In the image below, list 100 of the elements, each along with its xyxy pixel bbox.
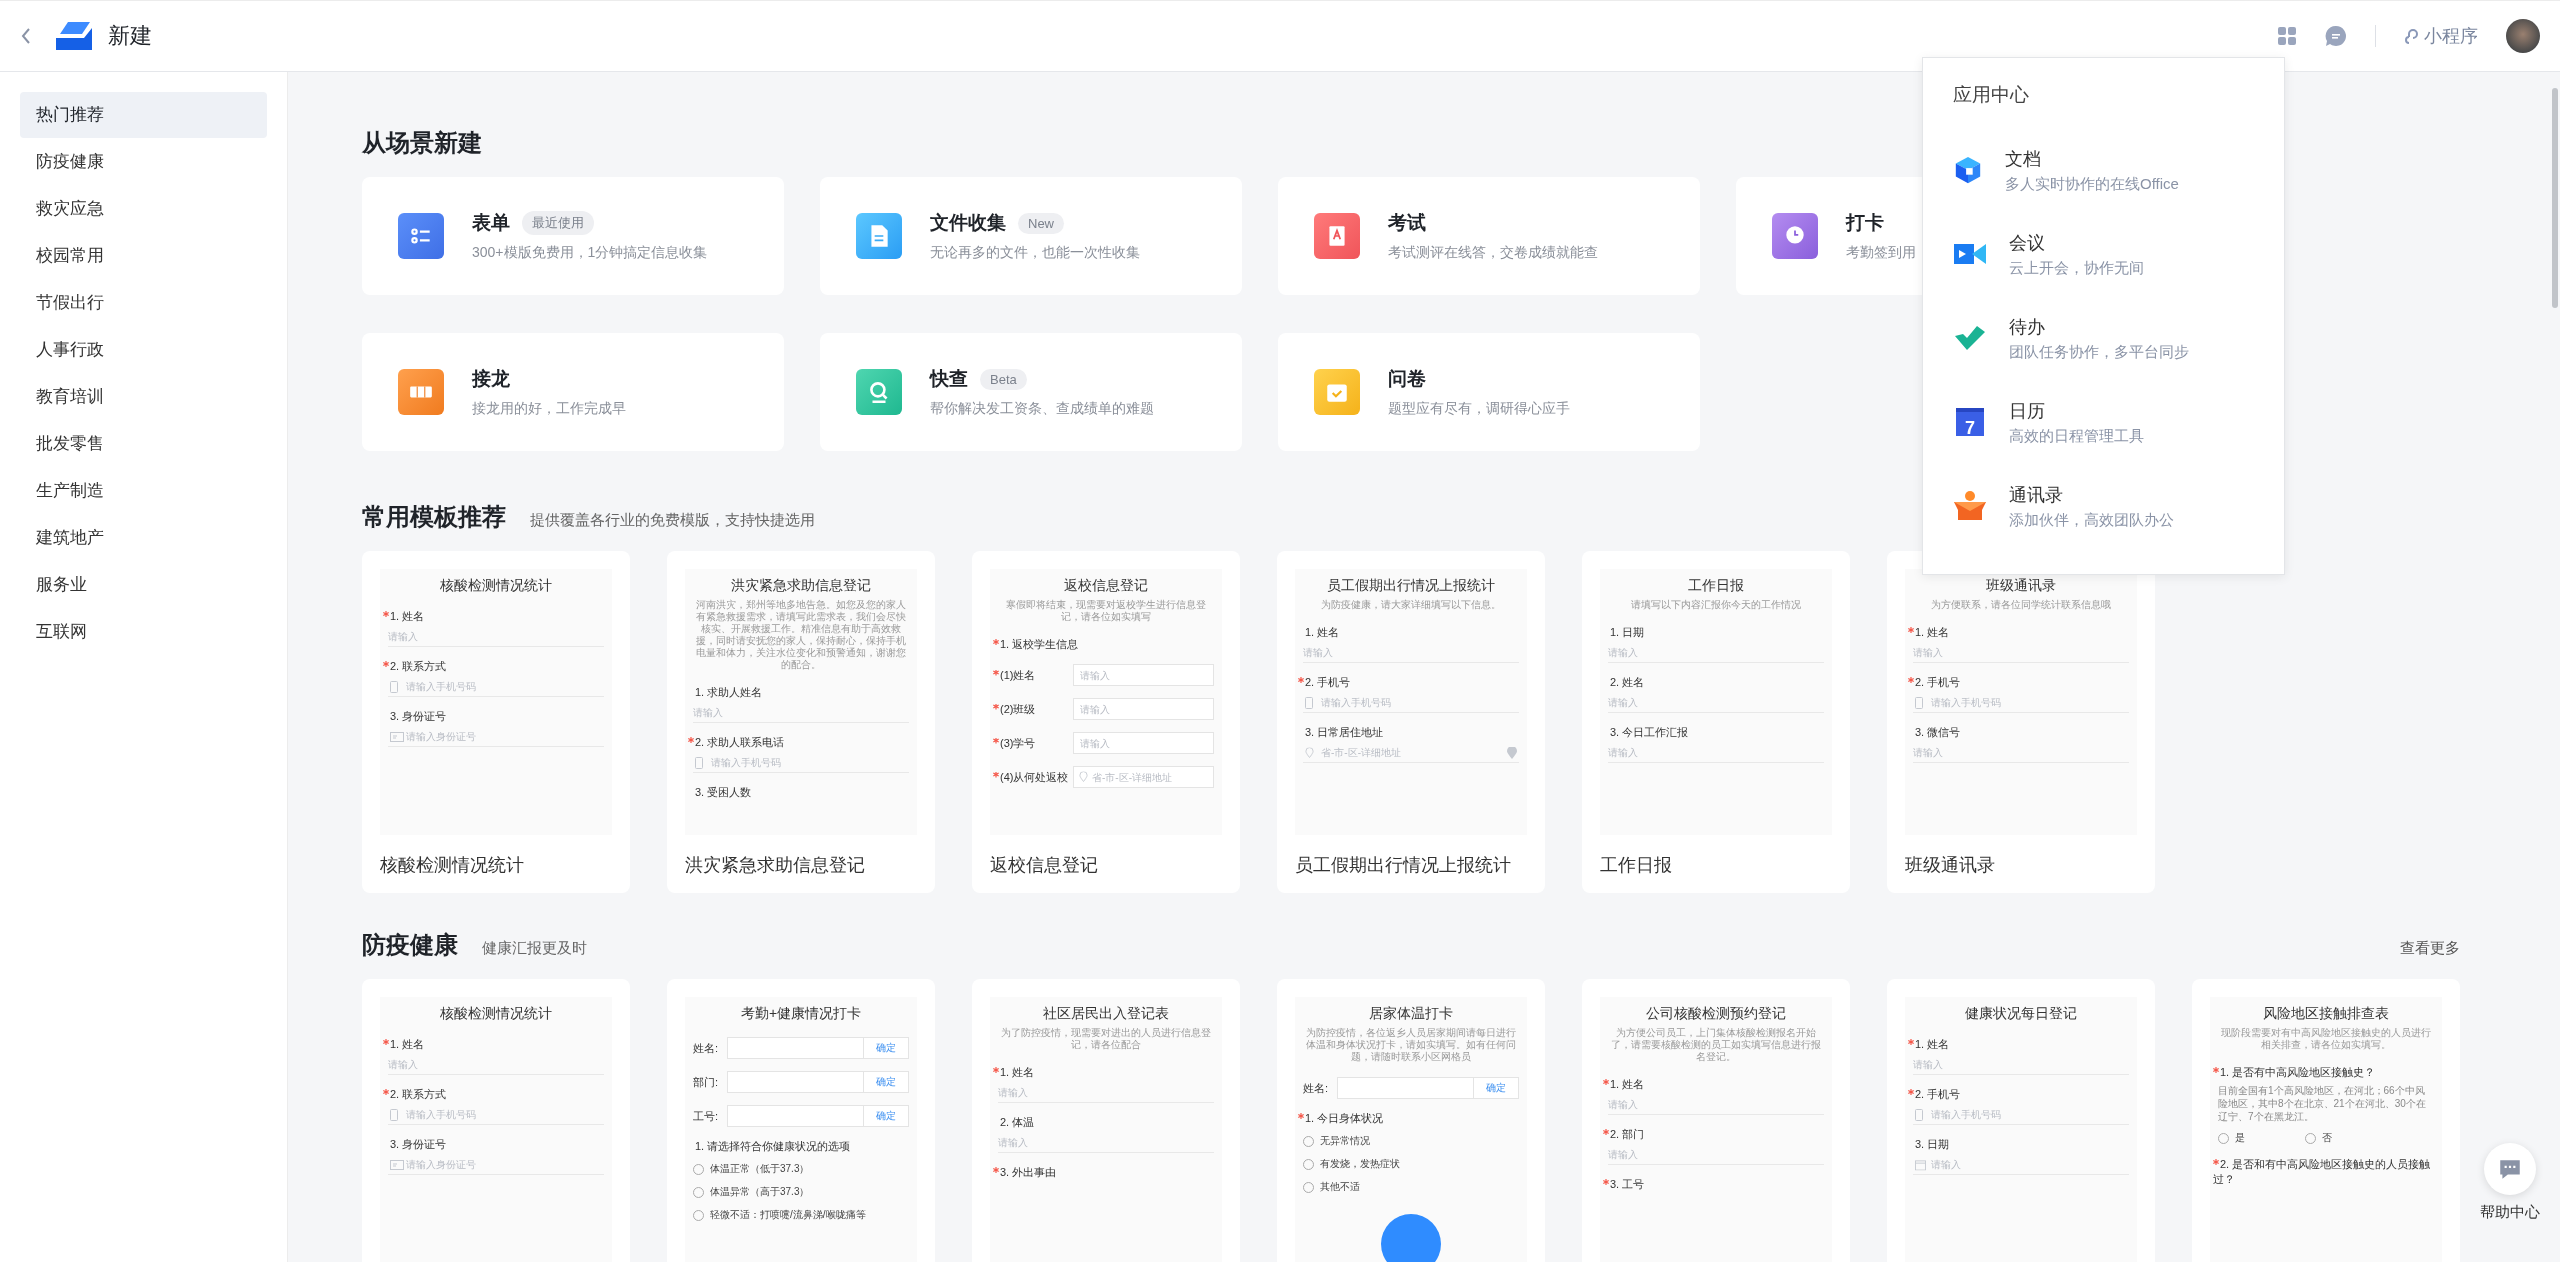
confirm-button: 确定: [864, 1071, 909, 1093]
option-label: 无异常情况: [1320, 1134, 1370, 1148]
phone-icon: [1915, 696, 1923, 709]
chat-icon[interactable]: [2325, 25, 2347, 47]
question-label: 3. 身份证号: [389, 1137, 447, 1152]
preview-title: 返校信息登记: [1063, 577, 1149, 595]
app-item[interactable]: 待办 团队任务协作，多平台同步: [1953, 296, 2254, 380]
app-name: 日历: [2009, 399, 2046, 423]
preview-title: 员工假期出行情况上报统计: [1326, 577, 1496, 595]
section-title: 常用模板推荐: [362, 502, 506, 532]
app-item[interactable]: 7 日历 高效的日程管理工具: [1953, 380, 2254, 464]
id-card-icon: [390, 731, 404, 742]
question-label: 3. 身份证号: [389, 709, 447, 724]
preview-title: 洪灾紧急求助信息登记: [730, 577, 872, 595]
preview-description: 为方便公司员工，上门集体核酸检测报名开始了，请需要核酸检测的员工如实填写信息进行报名登记。: [1610, 1027, 1822, 1063]
sidebar-item[interactable]: 批发零售: [20, 421, 267, 467]
sidebar-item[interactable]: 救灾应急: [20, 186, 267, 232]
scene-card[interactable]: 快查 Beta 帮你解决发工资条、查成绩单的难题: [820, 333, 1242, 451]
question-label: 1. 返校学生信息: [993, 637, 1079, 652]
preview-description: 为防控疫情，各位返乡人员居家期间请每日进行体温和身体状况打卡，请如实填写。如有任何问题，请随时联系小区网格员: [1305, 1027, 1517, 1063]
back-icon[interactable]: [20, 26, 32, 46]
location-pin-icon: [1507, 746, 1517, 759]
sidebar-item[interactable]: 防疫健康: [20, 139, 267, 185]
app-description: 云上开会，协作无间: [2009, 258, 2144, 278]
question-label: 2. 是否和有中高风险地区接触史的人员接触过？: [2213, 1157, 2434, 1187]
mini-program-link[interactable]: 小程序: [2404, 24, 2478, 48]
scene-card[interactable]: 表单 最近使用 300+模版免费用，1分钟搞定信息收集: [362, 177, 784, 295]
scene-card[interactable]: 问卷 题型应有尽有，调研得心应手: [1278, 333, 1700, 451]
preview-description: 现阶段需要对有中高风险地区接触史的人员进行相关排查，请各位如实填写。: [2220, 1027, 2432, 1051]
sidebar-item[interactable]: 教育培训: [20, 374, 267, 420]
question-label: 2. 手机号: [1908, 675, 1961, 690]
template-card[interactable]: 风险地区接触排查表 现阶段需要对有中高风险地区接触史的人员进行相关排查，请各位如实填写。 1. 是否有中高风险地区接触史？ 目前全国有1个高风险地区，在河北；66个中风险地区，其中8个在北京、21个在河北、30个在辽宁、7个在黑龙江。 是 否 2. 是否和有中高风险地区接触史的人员接触过？: [2192, 979, 2460, 1262]
preview-title: 公司核酸检测预约登记: [1645, 1005, 1787, 1023]
sidebar-item[interactable]: 互联网: [20, 609, 267, 655]
scene-card[interactable]: 考试 考试测评在线答，交卷成绩就能查: [1278, 177, 1700, 295]
card-title: 打卡: [1846, 211, 1884, 235]
app-name: 待办: [2009, 315, 2046, 339]
option-label: 轻微不适：打喷嚏/流鼻涕/喉咙痛等: [710, 1208, 866, 1222]
menu-title: 应用中心: [1953, 83, 2030, 107]
app-description: 团队任务协作，多平台同步: [2009, 342, 2189, 362]
sidebar-item[interactable]: 热门推荐: [20, 92, 267, 138]
question-label: 1. 请选择符合你健康状况的选项: [694, 1139, 851, 1154]
template-card[interactable]: 考勤+健康情况打卡 姓名: 确定 部门: 确定 工号: 确定 1. 请选择符合你健康状况的选项 体温正常（低于37.3） 体温异常（高于37.3） 轻微不适：打喷嚏/流鼻涕/喉咙痛等: [667, 979, 935, 1262]
app-item[interactable]: 文档 多人实时协作的在线Office: [1953, 128, 2254, 212]
form-icon: [398, 213, 444, 259]
app-description: 高效的日程管理工具: [2009, 426, 2144, 446]
app-name: 通讯录: [2009, 483, 2064, 507]
app-item[interactable]: 通讯录 添加伙伴，高效团队办公: [1953, 464, 2254, 548]
scene-card[interactable]: 接龙 接龙用的好，工作完成早: [362, 333, 784, 451]
app-description: 添加伙伴，高效团队办公: [2009, 510, 2174, 530]
question-label: 2. 联系方式: [383, 659, 447, 674]
phone-icon: [1915, 1108, 1923, 1121]
card-title: 表单: [472, 211, 510, 235]
file-icon: [856, 213, 902, 259]
question-label: 1. 姓名: [1603, 1077, 1645, 1092]
location-icon: [1305, 747, 1314, 758]
field-label: (1)姓名: [993, 667, 1072, 683]
field-label: (2)班级: [993, 701, 1072, 717]
card-description: 接龙用的好，工作完成早: [472, 400, 626, 418]
scrollbar[interactable]: [2552, 88, 2558, 308]
circle-button: [1381, 1214, 1441, 1262]
option-label: 否: [2322, 1131, 2332, 1145]
question-label: 3. 今日工作汇报: [1609, 725, 1689, 740]
input-field[interactable]: 请输入: [1073, 664, 1214, 686]
preview-description: 河南洪灾，郑州等地多地告急。如您及您的家人有紧急救援需求，请填写此需求表，我们会尽快核实、开展救援工作。精准信息有助于高效救援，同时请安抚您的家人，保持耐心，保持手机电量和体力，关注水位变化和预警通知，谢谢您的配合。: [695, 599, 907, 671]
question-label: 3. 工号: [1603, 1177, 1645, 1192]
sidebar-item[interactable]: 生产制造: [20, 468, 267, 514]
sidebar-item[interactable]: 建筑地产: [20, 515, 267, 561]
sidebar-item[interactable]: 服务业: [20, 562, 267, 608]
input-field[interactable]: 请输入: [1073, 698, 1214, 720]
logo-icon: [54, 20, 94, 52]
scene-card[interactable]: 文件收集 New 无论再多的文件，也能一次性收集: [820, 177, 1242, 295]
template-name: 员工假期出行情况上报统计: [1295, 854, 1512, 877]
question-label: 1. 姓名: [1908, 625, 1950, 640]
preview-title: 健康状况每日登记: [1964, 1005, 2078, 1023]
option-label: 有发烧，发热症状: [1320, 1157, 1400, 1171]
card-description: 300+模版免费用，1分钟搞定信息收集: [472, 244, 708, 262]
link-icon: [2404, 28, 2420, 44]
input-field[interactable]: 请输入: [1073, 732, 1214, 754]
phone-icon: [1305, 696, 1313, 709]
template-card[interactable]: 居家体温打卡 为防控疫情，各位返乡人员居家期间请每日进行体温和身体状况打卡，请如实填写。如有任何问题，请随时联系小区网格员 姓名: 确定 1. 今日身体状况 无异常情况 有发烧，发热症状 其他不适: [1277, 979, 1545, 1262]
app-item[interactable]: 会议 云上开会，协作无间: [1953, 212, 2254, 296]
view-more-link[interactable]: 查看更多: [2400, 939, 2460, 958]
option-label: 体温异常（高于37.3）: [710, 1185, 810, 1199]
sidebar-item[interactable]: 校园常用: [20, 233, 267, 279]
avatar[interactable]: [2506, 19, 2540, 53]
card-description: 无论再多的文件，也能一次性收集: [930, 244, 1140, 262]
question-label: 1. 姓名: [383, 1037, 425, 1052]
sidebar-item[interactable]: 节假出行: [20, 280, 267, 326]
preview-title: 考勤+健康情况打卡: [739, 1005, 863, 1023]
exam-icon: [1314, 213, 1360, 259]
question-label: 1. 今日身体状况: [1298, 1111, 1384, 1126]
preview-description: 寒假即将结束，现需要对返校学生进行信息登记，请各位如实填写: [1005, 599, 1207, 623]
sidebar-item[interactable]: 人事行政: [20, 327, 267, 373]
search-icon: [856, 369, 902, 415]
preview-title: 工作日报: [1687, 577, 1745, 595]
question-label: 3. 外出事由: [993, 1165, 1057, 1180]
section-subtitle: 健康汇报更及时: [482, 939, 587, 958]
grid-icon[interactable]: [2277, 26, 2297, 46]
badge: Beta: [980, 368, 1027, 390]
